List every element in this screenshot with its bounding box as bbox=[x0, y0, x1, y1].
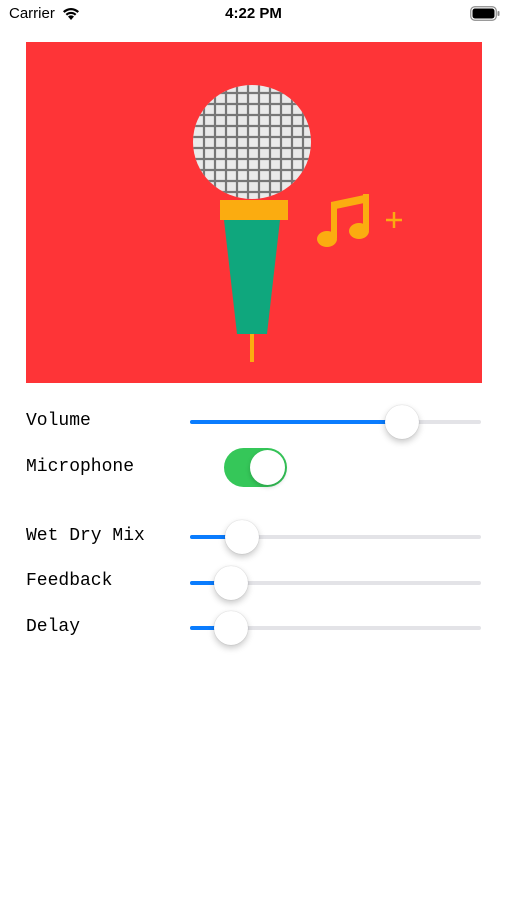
feedback-slider[interactable] bbox=[190, 563, 481, 603]
microphone-label: Microphone bbox=[26, 457, 135, 477]
wet-dry-mix-label: Wet Dry Mix bbox=[26, 526, 145, 546]
banner-illustration bbox=[193, 85, 402, 362]
delay-label: Delay bbox=[26, 617, 81, 637]
delay-slider-thumb[interactable] bbox=[213, 611, 248, 645]
karaoke-banner bbox=[26, 42, 482, 383]
wet-dry-mix-slider[interactable] bbox=[190, 517, 481, 557]
delay-slider[interactable] bbox=[190, 608, 481, 648]
microphone-toggle[interactable] bbox=[224, 448, 287, 487]
feedback-label: Feedback bbox=[26, 571, 113, 591]
volume-slider-fill bbox=[190, 420, 403, 424]
battery-icon bbox=[470, 6, 500, 21]
volume-slider-thumb[interactable] bbox=[385, 405, 420, 439]
volume-slider[interactable] bbox=[190, 402, 481, 442]
feedback-slider-thumb[interactable] bbox=[213, 566, 248, 600]
microphone-icon bbox=[193, 85, 311, 362]
status-bar: Carrier 4:22 PM bbox=[0, 0, 507, 30]
music-note-icon bbox=[317, 194, 369, 247]
wet-dry-mix-slider-thumb[interactable] bbox=[225, 520, 260, 554]
microphone-toggle-knob bbox=[250, 450, 285, 485]
clock: 4:22 PM bbox=[225, 5, 282, 22]
volume-label: Volume bbox=[26, 411, 91, 431]
plus-icon bbox=[386, 212, 402, 228]
